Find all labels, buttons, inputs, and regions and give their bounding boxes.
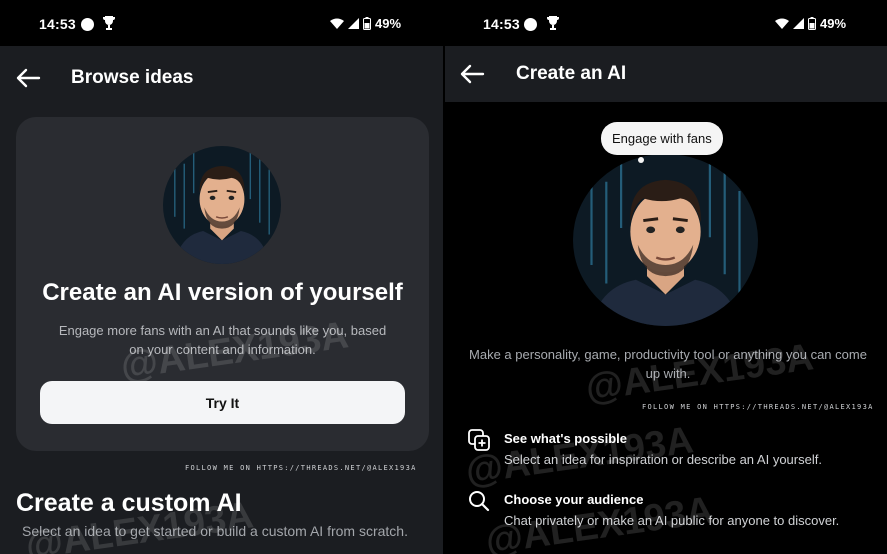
custom-ai-subtitle: Select an idea to get started or build a… <box>22 523 408 539</box>
status-time: 14:53 <box>483 16 520 32</box>
wifi-icon <box>775 18 789 29</box>
trophy-icon <box>547 16 559 30</box>
card-subtitle: Engage more fans with an AI that sounds … <box>58 323 387 357</box>
avatar <box>163 146 281 264</box>
card-title: Create an AI version of yourself <box>42 279 403 306</box>
ai-version-card[interactable]: Create an AI version of yourself Engage … <box>16 117 429 451</box>
signal-icon <box>348 18 359 29</box>
status-bar: 14:53 49% <box>0 0 443 46</box>
avatar-illustration <box>163 146 281 264</box>
avatar-illustration <box>573 154 758 326</box>
create-ai-description: Make a personality, game, productivity t… <box>469 347 867 381</box>
back-arrow-icon[interactable] <box>459 64 485 84</box>
status-time: 14:53 <box>39 16 76 32</box>
wifi-icon <box>330 18 344 29</box>
signal-icon <box>793 18 804 29</box>
battery-icon <box>808 17 816 30</box>
feature-title: Choose your audience <box>504 492 644 507</box>
feature-choose-audience: Choose your audience Chat privately or m… <box>467 489 867 551</box>
follow-watermark-text: FOLLOW ME ON HTTPS://THREADS.NET/@ALEX19… <box>642 403 874 411</box>
add-copy-icon <box>468 429 490 451</box>
custom-ai-title: Create a custom AI <box>16 489 242 517</box>
battery-percent: 49% <box>820 16 847 31</box>
browse-ideas-screen: 14:53 49% Browse ideas Create an AI vers… <box>0 0 443 554</box>
page-title: Browse ideas <box>71 67 194 88</box>
feature-desc: Select an idea for inspiration or descri… <box>504 452 822 467</box>
notification-dot-icon <box>524 18 537 31</box>
feature-title: See what's possible <box>504 431 628 446</box>
create-ai-screen: 14:53 49% Create an AI Engage with fans … <box>445 0 887 554</box>
engage-bubble: Engage with fans <box>601 122 723 155</box>
battery-percent: 49% <box>375 16 402 31</box>
notification-dot-icon <box>81 18 94 31</box>
trophy-icon <box>103 16 115 30</box>
battery-icon <box>363 17 371 30</box>
try-it-button[interactable]: Try It <box>40 381 405 424</box>
feature-see-whats-possible: See what's possible Select an idea for i… <box>467 428 867 478</box>
app-bar: Browse ideas <box>0 48 443 106</box>
bubble-tail <box>638 157 644 163</box>
search-icon <box>469 491 490 512</box>
status-bar: 14:53 49% <box>445 0 887 46</box>
app-bar: Create an AI <box>445 46 887 102</box>
feature-desc: Chat privately or make an AI public for … <box>504 513 840 528</box>
avatar <box>573 154 758 326</box>
back-arrow-icon[interactable] <box>15 68 41 88</box>
page-title: Create an AI <box>516 63 627 84</box>
follow-watermark-text: FOLLOW ME ON HTTPS://THREADS.NET/@ALEX19… <box>185 464 417 472</box>
